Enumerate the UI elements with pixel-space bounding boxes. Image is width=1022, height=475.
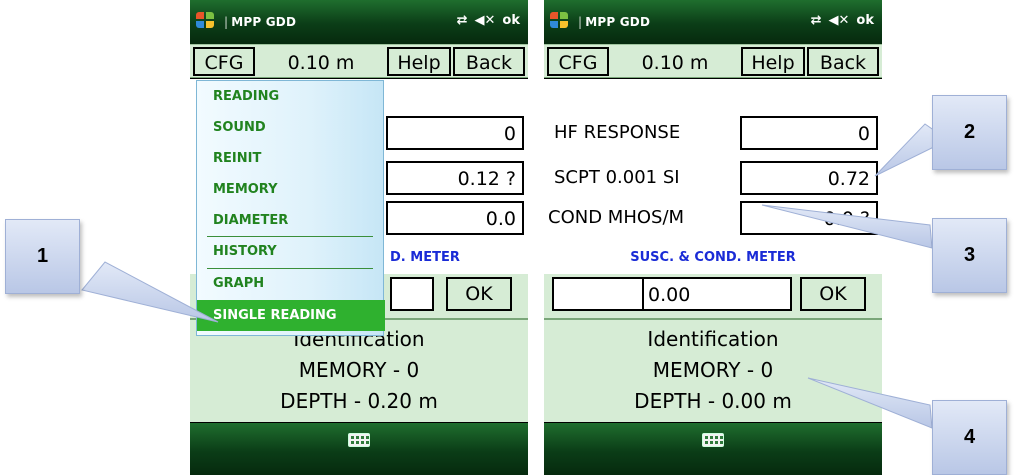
- info-panel: Identification MEMORY - 0 DEPTH - 0.00 m: [544, 318, 882, 422]
- ok-button[interactable]: ok: [502, 13, 520, 28]
- menu-item-reinit[interactable]: REINIT: [197, 143, 383, 174]
- windows-start-icon[interactable]: [196, 12, 215, 30]
- callout-2: 2: [932, 95, 1007, 170]
- reading-input[interactable]: 0.00: [642, 277, 792, 311]
- cfg-menu-button[interactable]: CFG: [547, 47, 609, 76]
- menu-item-history[interactable]: HISTORY: [197, 236, 383, 267]
- cond-value: 0.0 ?: [740, 201, 878, 235]
- meter-label: SUSC. & COND. METER: [630, 250, 796, 265]
- scale-display[interactable]: 0.10 m: [611, 47, 739, 76]
- input-row: 0.00 OK: [544, 274, 882, 318]
- bottom-bar: [544, 423, 882, 475]
- menu-item-diameter[interactable]: DIAMETER: [197, 205, 383, 236]
- cfg-menu-button[interactable]: CFG: [193, 47, 255, 76]
- callout-3: 3: [932, 218, 1007, 293]
- memory-label: MEMORY - 0: [652, 358, 774, 382]
- bottom-bar: [190, 423, 528, 475]
- keyboard-icon[interactable]: [702, 433, 724, 447]
- ok-button[interactable]: OK: [446, 277, 512, 311]
- callout-1: 1: [5, 219, 80, 294]
- reading-input[interactable]: [390, 277, 434, 311]
- title-bar: | MPP GDD ⇄ ◀✕ ok: [190, 0, 528, 44]
- menu-item-single-reading[interactable]: SINGLE READING: [197, 300, 385, 331]
- reading-panel: HF RESPONSE 0 SCPT 0.001 SI 0.72 COND MH…: [544, 79, 882, 274]
- help-button[interactable]: Help: [387, 47, 451, 76]
- menu-item-sound[interactable]: SOUND: [197, 112, 383, 143]
- menu-bar: CFG 0.10 m Help Back: [544, 44, 882, 78]
- back-button[interactable]: Back: [807, 47, 879, 76]
- ok-button[interactable]: OK: [800, 277, 866, 311]
- scpt-label: SCPT 0.001 SI: [554, 167, 680, 188]
- app-title: MPP GDD: [585, 15, 651, 29]
- menu-bar: CFG 0.10 m Help Back: [190, 44, 528, 78]
- windows-start-icon[interactable]: [550, 12, 569, 30]
- ok-button[interactable]: ok: [856, 13, 874, 28]
- callout-4: 4: [932, 400, 1007, 475]
- scale-display[interactable]: 0.10 m: [257, 47, 385, 76]
- scpt-value: 0.72: [740, 161, 878, 195]
- cfg-dropdown-menu: READING SOUND REINIT MEMORY DIAMETER HIS…: [196, 80, 385, 336]
- reading-input-left[interactable]: [552, 277, 642, 311]
- mute-icon[interactable]: ◀✕: [829, 13, 850, 28]
- right-device-screen: | MPP GDD ⇄ ◀✕ ok CFG 0.10 m Help Back HF…: [544, 0, 882, 475]
- menu-item-reading[interactable]: READING: [197, 81, 383, 112]
- identification-label: Identification: [647, 327, 779, 351]
- menu-item-memory[interactable]: MEMORY: [197, 174, 383, 205]
- hf-response-value: 0: [740, 116, 878, 150]
- sync-icon[interactable]: ⇄: [457, 13, 468, 28]
- back-button[interactable]: Back: [453, 47, 525, 76]
- hf-response-label: HF RESPONSE: [554, 122, 681, 143]
- memory-label: MEMORY - 0: [298, 358, 420, 382]
- cond-value: 0.0: [386, 201, 524, 235]
- keyboard-icon[interactable]: [348, 433, 370, 447]
- scpt-value: 0.12 ?: [386, 161, 524, 195]
- cond-label: COND MHOS/M: [548, 207, 685, 228]
- hf-response-value: 0: [386, 116, 524, 150]
- help-button[interactable]: Help: [741, 47, 805, 76]
- menu-item-graph[interactable]: GRAPH: [197, 268, 383, 299]
- depth-label: DEPTH - 0.20 m: [280, 389, 438, 413]
- title-bar: | MPP GDD ⇄ ◀✕ ok: [544, 0, 882, 44]
- mute-icon[interactable]: ◀✕: [475, 13, 496, 28]
- sync-icon[interactable]: ⇄: [811, 13, 822, 28]
- app-title: MPP GDD: [231, 15, 297, 29]
- depth-label: DEPTH - 0.00 m: [634, 389, 792, 413]
